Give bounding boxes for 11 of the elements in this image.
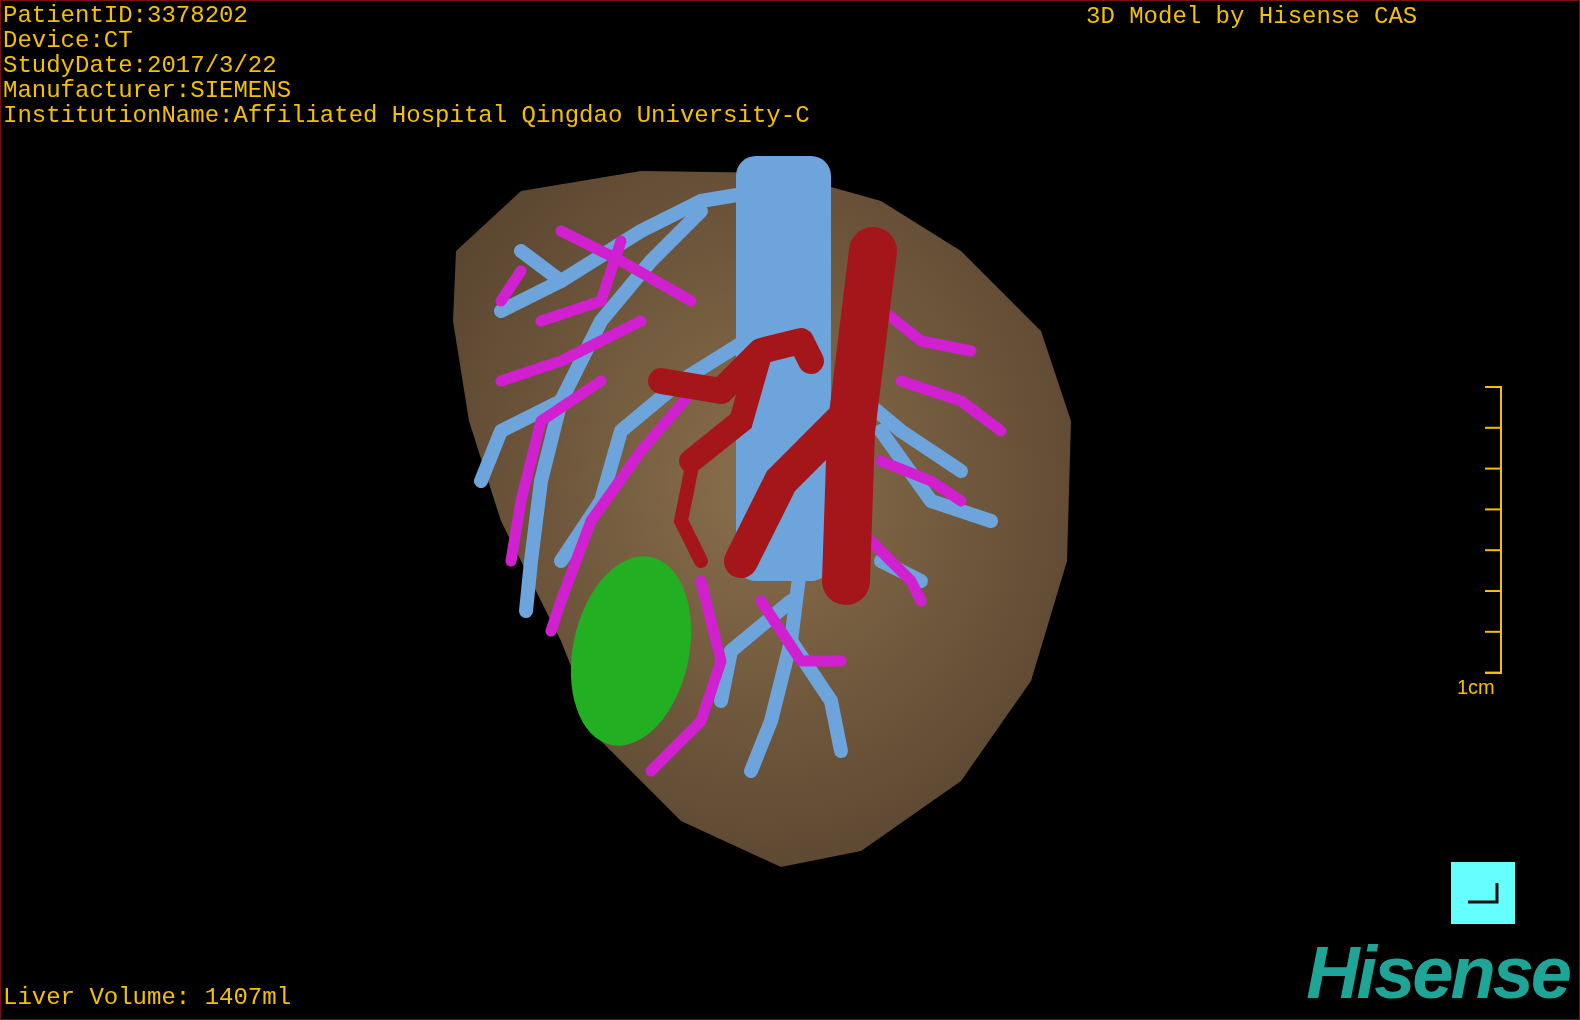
study-info-text: StudyDate:2017/3/22 [3,53,278,78]
corner-button[interactable] [1451,862,1515,924]
study-info-text: Manufacturer:SIEMENS [3,78,293,103]
liver-volume-text: Liver Volume: 1407ml [3,984,292,1012]
corner-icon [1466,881,1500,905]
scale-label: 1cm [1457,675,1495,699]
model-credit-text: 3D Model by Hisense CAS [1086,3,1418,31]
study-info-text: Device:CT [3,28,134,53]
logo-text: Hisense [1306,933,1571,1013]
study-info-text: PatientID:3378202 [3,3,249,28]
study-info-text: InstitutionName:Affiliated Hospital Qingdao University-C [3,103,810,128]
